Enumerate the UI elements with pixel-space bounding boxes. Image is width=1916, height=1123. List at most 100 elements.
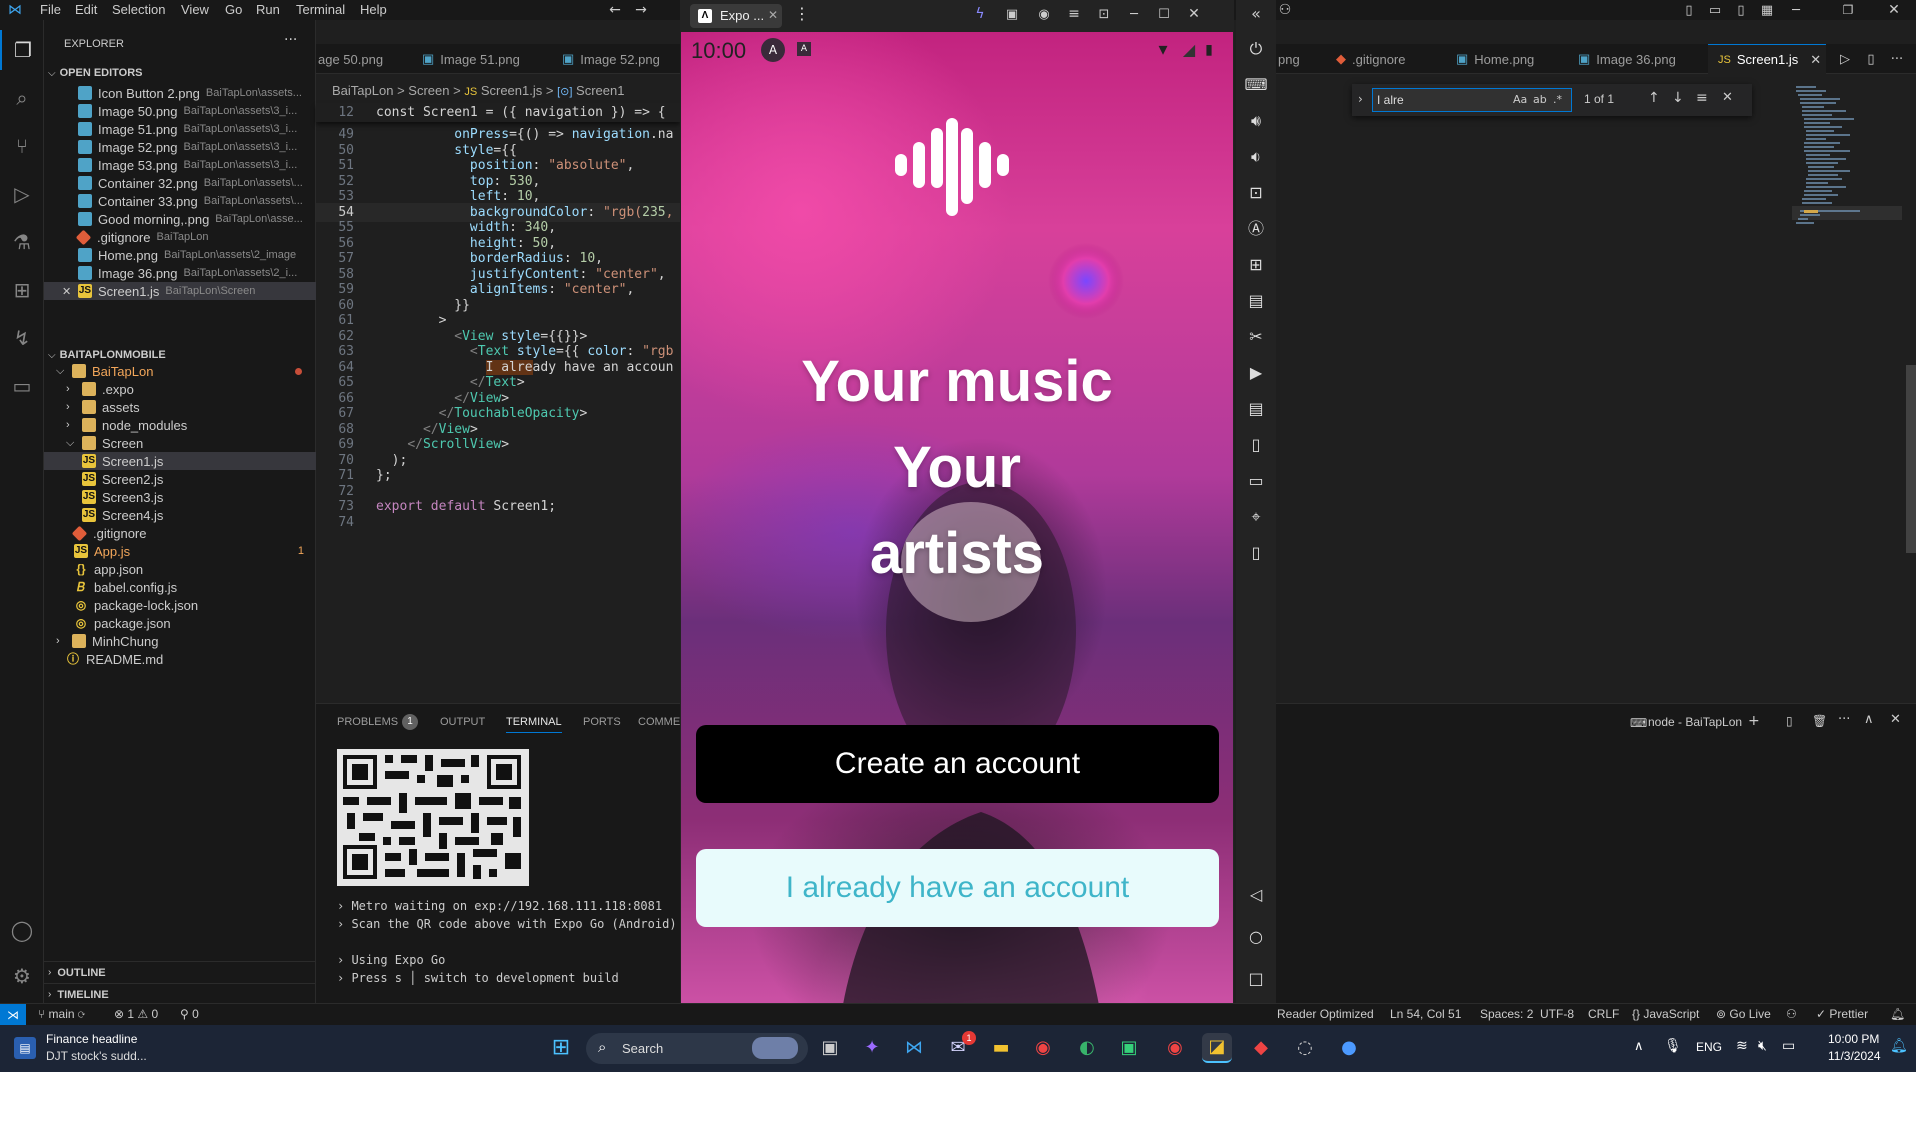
- minimap[interactable]: [1792, 82, 1902, 252]
- git-graph-icon[interactable]: ↯: [0, 318, 44, 358]
- volume-down-icon[interactable]: 🔉︎: [1236, 142, 1276, 172]
- open-editor-item[interactable]: Good morning,.png BaiTapLon\asse...: [44, 210, 316, 228]
- trash-icon[interactable]: 🗑︎: [1812, 714, 1827, 728]
- regex-icon[interactable]: .*: [1553, 93, 1562, 106]
- wifi-icon[interactable]: ≋: [1736, 1038, 1748, 1054]
- file-explorer-icon[interactable]: ▬: [986, 1033, 1016, 1063]
- clock-time[interactable]: 10:00 PM: [1828, 1032, 1879, 1046]
- gamepad-icon[interactable]: ▣: [1002, 4, 1022, 24]
- battery-icon[interactable]: ▭: [1782, 1038, 1795, 1054]
- emulator-minimize-icon[interactable]: ─: [1124, 4, 1144, 24]
- menu-edit[interactable]: Edit: [75, 2, 97, 17]
- rotate-icon[interactable]: ⊡: [1236, 178, 1276, 208]
- open-editor-item[interactable]: Image 50.png BaiTapLon\assets\3_i...: [44, 102, 316, 120]
- search-icon[interactable]: ⌕: [0, 78, 44, 118]
- testing-icon[interactable]: ⚗: [0, 222, 44, 262]
- menu-selection[interactable]: Selection: [112, 2, 165, 17]
- remote-explorer-icon[interactable]: ▭: [0, 366, 44, 406]
- editor-scrollbar[interactable]: [1906, 365, 1916, 553]
- open-editor-item[interactable]: Image 53.png BaiTapLon\assets\3_i...: [44, 156, 316, 174]
- settings-gear-icon[interactable]: ⚙: [0, 956, 44, 996]
- notifications-bell-icon[interactable]: 🔔︎: [1890, 1007, 1905, 1021]
- microphone-icon[interactable]: 🎙︎: [1664, 1038, 1682, 1054]
- whole-word-icon[interactable]: ab: [1533, 93, 1547, 106]
- chrome-profile-icon[interactable]: ◉: [1160, 1033, 1190, 1063]
- tab-gitignore[interactable]: ◆ .gitignore: [1336, 44, 1446, 74]
- find-input[interactable]: I alre Aa ab .*: [1372, 88, 1572, 112]
- branch-status[interactable]: ⑂ main ⟳: [38, 1007, 85, 1021]
- maximize-panel-icon[interactable]: ∧: [1864, 712, 1874, 727]
- code-line[interactable]: 74: [316, 513, 680, 532]
- split-terminal-icon[interactable]: ▯: [1786, 714, 1793, 728]
- match-case-icon[interactable]: Aa: [1513, 93, 1527, 106]
- emulator-close-icon[interactable]: ✕: [1184, 4, 1204, 24]
- source-control-icon[interactable]: ⑂: [0, 126, 44, 166]
- open-editor-item[interactable]: Home.png BaiTapLon\assets\2_image: [44, 246, 316, 264]
- text-input-icon[interactable]: Ⓐ: [1236, 214, 1276, 244]
- keyboard-icon[interactable]: ⌨: [1236, 70, 1276, 100]
- tray-chevron-icon[interactable]: ∧: [1634, 1039, 1644, 1054]
- explorer-icon[interactable]: ❐: [0, 30, 44, 70]
- open-editor-item[interactable]: .gitignore BaiTapLon: [44, 228, 316, 246]
- new-terminal-icon[interactable]: +: [1748, 713, 1760, 729]
- apk-icon[interactable]: ▤: [1236, 286, 1276, 316]
- already-have-account-button[interactable]: I already have an account: [696, 849, 1219, 927]
- tree-item[interactable]: › assets: [44, 398, 316, 416]
- more-actions-icon[interactable]: ···: [1888, 50, 1906, 68]
- lightning-icon[interactable]: ϟ: [970, 4, 990, 24]
- nav-recents-icon[interactable]: □: [1236, 964, 1276, 994]
- emulator-tab[interactable]: Λ Expo ... ✕: [690, 4, 782, 28]
- more-actions-icon[interactable]: ···: [284, 32, 297, 48]
- power-icon[interactable]: ⏻: [1236, 34, 1276, 64]
- next-match-icon[interactable]: ↓: [1672, 90, 1684, 106]
- tab-screen1-active[interactable]: JS Screen1.js ✕: [1708, 44, 1826, 74]
- hamburger-icon[interactable]: ≡: [1064, 4, 1084, 24]
- prettier-status[interactable]: ✓ Prettier: [1816, 1007, 1868, 1021]
- news-widget-icon[interactable]: ▤: [14, 1037, 36, 1059]
- toggle-secondary-sidebar-icon[interactable]: ▯: [1732, 1, 1750, 19]
- nav-home-icon[interactable]: ○: [1236, 922, 1276, 952]
- add-icon[interactable]: ⊞: [1236, 250, 1276, 280]
- news-subtitle[interactable]: DJT stock's sudd...: [46, 1049, 147, 1063]
- minimize-icon[interactable]: ─: [1786, 1, 1806, 19]
- language-indicator[interactable]: ENG: [1696, 1040, 1722, 1054]
- problems-status[interactable]: ⊗ 1 ⚠ 0: [114, 1007, 158, 1021]
- tree-item[interactable]: {} app.json: [44, 560, 316, 578]
- breadcrumb-folder[interactable]: Screen: [408, 83, 449, 98]
- tree-item[interactable]: JS Screen3.js: [44, 488, 316, 506]
- copilot-app-icon[interactable]: ✦: [857, 1033, 887, 1063]
- tab-image-51[interactable]: ▣ Image 51.png: [422, 44, 558, 74]
- document-icon[interactable]: ▤: [1236, 394, 1276, 424]
- extensions-icon[interactable]: ⊞: [0, 270, 44, 310]
- emulator-maximize-icon[interactable]: ☐: [1154, 4, 1174, 24]
- tab-comments[interactable]: COMME: [638, 716, 680, 728]
- collapse-toolbar-icon[interactable]: «: [1246, 4, 1266, 24]
- close-tab-icon[interactable]: ✕: [768, 8, 778, 22]
- open-editor-item[interactable]: Image 36.png BaiTapLon\assets\2_i...: [44, 264, 316, 282]
- ports-status[interactable]: ⚲ 0: [180, 1007, 199, 1021]
- encoding-status[interactable]: UTF-8: [1540, 1007, 1574, 1021]
- forward-arrow-icon[interactable]: →: [632, 1, 650, 19]
- news-headline[interactable]: Finance headline: [46, 1032, 137, 1046]
- open-editor-item[interactable]: Image 52.png BaiTapLon\assets\3_i...: [44, 138, 316, 156]
- breadcrumb-file[interactable]: Screen1.js: [481, 83, 542, 98]
- tree-item[interactable]: JS App.js 1: [44, 542, 316, 560]
- close-tab-icon[interactable]: ✕: [1810, 52, 1821, 68]
- menu-file[interactable]: File: [40, 2, 61, 17]
- clock-date[interactable]: 11/3/2024: [1828, 1049, 1881, 1063]
- sticky-scroll-line[interactable]: 12 const Screen1 = ({ navigation }) => {: [316, 103, 680, 122]
- tab-png[interactable]: png: [1276, 44, 1326, 74]
- restore-icon[interactable]: ❐: [1838, 1, 1858, 19]
- remote-indicator-icon[interactable]: ⋊: [0, 1004, 26, 1026]
- nav-back-icon[interactable]: ◁: [1236, 880, 1276, 910]
- tree-item[interactable]: ◎ package.json: [44, 614, 316, 632]
- menu-help[interactable]: Help: [360, 2, 387, 17]
- run-file-icon[interactable]: ▷: [1836, 50, 1854, 68]
- eol-status[interactable]: CRLF: [1588, 1007, 1619, 1021]
- create-account-button[interactable]: Create an account: [696, 725, 1219, 803]
- timeline-header[interactable]: › TIMELINE: [44, 983, 316, 1005]
- tab-problems[interactable]: PROBLEMS: [337, 716, 398, 728]
- close-find-icon[interactable]: ✕: [1722, 90, 1733, 105]
- tree-item[interactable]: ⌵ Screen: [44, 434, 316, 452]
- open-editor-item[interactable]: Icon Button 2.png BaiTapLon\assets...: [44, 84, 316, 102]
